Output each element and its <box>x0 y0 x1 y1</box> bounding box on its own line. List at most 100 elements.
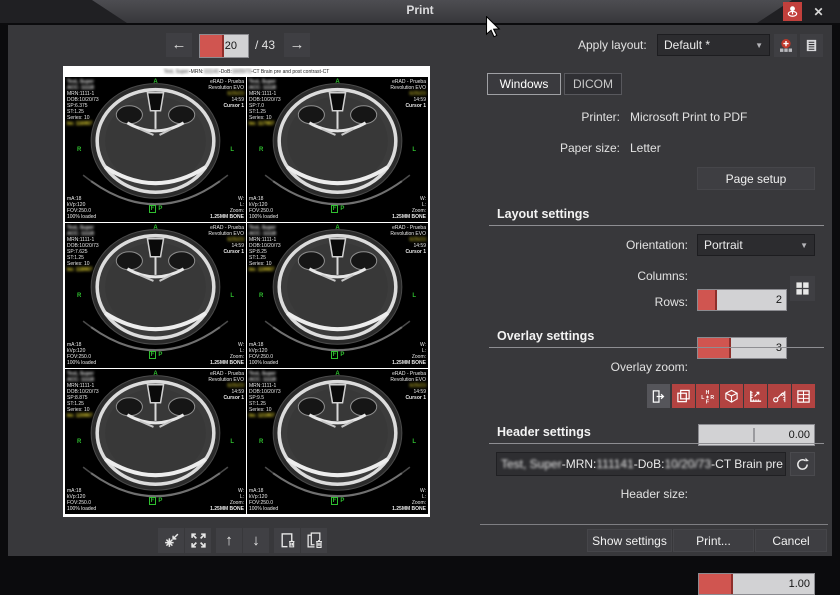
add-layout-icon <box>778 38 794 54</box>
overlay-table-button[interactable] <box>792 384 815 408</box>
orientation-select[interactable]: Portrait ▼ <box>697 234 815 256</box>
header-mrn: 111141 <box>596 457 633 471</box>
header-dob: 10/20/73 <box>664 457 711 471</box>
paper-size-value: Letter <box>630 141 661 155</box>
header-size-value: 1.00 <box>789 574 810 594</box>
overlay-top-left: Test, Super ACC: 11118 MRN:1111-1 DOB:10… <box>67 371 99 419</box>
columns-label: Columns: <box>608 269 688 283</box>
delete-all-pages-icon <box>306 532 323 549</box>
patient-mrn: 111141 <box>203 69 219 75</box>
layout-list-button[interactable] <box>800 34 823 57</box>
rows-value: 3 <box>776 338 782 358</box>
title-bar: Print ✕ <box>0 0 840 23</box>
previous-page-button[interactable]: ← <box>166 33 192 57</box>
orientation-letters-icon: H L R F <box>700 389 715 404</box>
window-title: Print <box>0 3 840 17</box>
layout-select-value: Default * <box>664 38 710 52</box>
layout-divider <box>489 225 824 226</box>
orientation-r: R <box>77 293 81 299</box>
orientation-a: A <box>247 225 428 231</box>
header-size-slider[interactable]: 1.00 <box>698 573 815 595</box>
orientation-a: A <box>247 371 428 377</box>
header-reset-button[interactable] <box>790 452 815 476</box>
overlay-settings-heading: Overlay settings <box>497 329 594 343</box>
grid-preset-button[interactable] <box>790 276 815 301</box>
layout-settings-heading: Layout settings <box>497 207 589 221</box>
chevron-down-icon: ▼ <box>800 241 808 250</box>
preview-cell[interactable]: Test, Super ACC: 11118 MRN:1111-1 DOB:10… <box>65 77 246 222</box>
save-layout-button[interactable] <box>774 34 797 57</box>
down-arrow-icon: ↓ <box>252 532 260 549</box>
overlay-top-left: Test, Super ACC: 11118 MRN:1111-1 DOB:10… <box>67 79 99 127</box>
overlay-zoom-value: 0.00 <box>789 425 810 445</box>
orientation-a: A <box>65 79 246 85</box>
layout-select[interactable]: Default * ▼ <box>657 34 770 56</box>
pin-button[interactable] <box>783 2 802 21</box>
delete-all-pages-button[interactable] <box>301 528 327 553</box>
svg-text:F: F <box>706 399 709 403</box>
print-button[interactable]: Print... <box>673 529 754 552</box>
delete-page-icon <box>279 532 296 549</box>
orientation-l: L <box>412 439 416 445</box>
page-number-slider[interactable]: 20 <box>199 34 249 58</box>
table-grid-icon <box>796 389 811 404</box>
fit-to-window-button[interactable] <box>185 528 211 553</box>
corner-ruler-icon <box>748 389 763 404</box>
svg-text:R: R <box>710 394 714 400</box>
orientation-r: R <box>77 439 81 445</box>
overlay-top-left: Test, Super ACC: 11118 MRN:1111-1 DOB:10… <box>67 225 99 273</box>
up-arrow-icon: ↑ <box>225 532 233 549</box>
overlay-stack-button[interactable] <box>672 384 695 408</box>
auto-window-button[interactable] <box>158 528 184 553</box>
mouse-cursor <box>485 16 501 38</box>
orientation-p: FP <box>65 352 246 358</box>
preview-cell[interactable]: Test, Super ACC: 11118 MRN:1111-1 DOB:10… <box>247 77 428 222</box>
orientation-p: FP <box>247 498 428 504</box>
overlay-ruler-button[interactable] <box>744 384 767 408</box>
orientation-r: R <box>259 293 263 299</box>
show-settings-button[interactable]: Show settings <box>587 529 672 552</box>
preview-cell[interactable]: Test, Super ACC: 11118 MRN:1111-1 DOB:10… <box>65 369 246 514</box>
tab-dicom[interactable]: DICOM <box>564 73 622 95</box>
overlay-exit-icon <box>651 389 666 404</box>
move-page-down-button[interactable]: ↓ <box>243 528 269 553</box>
next-page-button[interactable]: → <box>284 33 310 57</box>
rows-label: Rows: <box>608 295 688 309</box>
orientation-l: L <box>412 293 416 299</box>
orientation-l: L <box>230 439 234 445</box>
overlay-toggle-button[interactable] <box>647 384 670 408</box>
columns-value: 2 <box>776 290 782 310</box>
preview-grid: Test, Super ACC: 11118 MRN:1111-1 DOB:10… <box>65 77 428 514</box>
key-ruler-icon <box>772 389 787 404</box>
tab-windows[interactable]: Windows <box>487 73 561 95</box>
footer-divider <box>480 524 828 525</box>
stack-icon <box>676 389 691 404</box>
overlay-top-left: Test, Super ACC: 11118 MRN:1111-1 DOB:10… <box>249 79 281 127</box>
move-page-up-button[interactable]: ↑ <box>216 528 242 553</box>
preview-cell[interactable]: Test, Super ACC: 11118 MRN:1111-1 DOB:10… <box>247 369 428 514</box>
orientation-a: A <box>65 371 246 377</box>
svg-text:H: H <box>706 390 710 396</box>
orientation-cube-icon <box>724 389 739 404</box>
overlay-orientation-letters-button[interactable]: H L R F <box>696 384 719 408</box>
preview-cell[interactable]: Test, Super ACC: 11118 MRN:1111-1 DOB:10… <box>65 223 246 368</box>
orientation-p: FP <box>65 498 246 504</box>
page-setup-button[interactable]: Page setup <box>697 167 815 190</box>
close-icon: ✕ <box>813 5 823 19</box>
cancel-button[interactable]: Cancel <box>755 529 827 552</box>
print-dialog: ← 20 / 43 → Apply layout: Default * ▼ Te… <box>8 25 832 556</box>
paper-size-label: Paper size: <box>548 141 620 155</box>
columns-slider[interactable]: 2 <box>697 289 787 311</box>
overlay-cube-button[interactable] <box>720 384 743 408</box>
orientation-l: L <box>412 147 416 153</box>
header-text-input[interactable]: Test, Super-MRN:111141-DoB:10/20/73-CT B… <box>496 452 786 476</box>
close-button[interactable]: ✕ <box>809 2 828 21</box>
preview-cell[interactable]: Test, Super ACC: 11118 MRN:1111-1 DOB:10… <box>247 223 428 368</box>
orientation-l: L <box>230 293 234 299</box>
rows-slider[interactable]: 3 <box>697 337 787 359</box>
grid-icon <box>795 281 810 296</box>
overlay-key-button[interactable] <box>768 384 791 408</box>
delete-page-button[interactable] <box>274 528 300 553</box>
page-slider-fill <box>200 35 224 57</box>
printer-value: Microsoft Print to PDF <box>630 110 747 124</box>
